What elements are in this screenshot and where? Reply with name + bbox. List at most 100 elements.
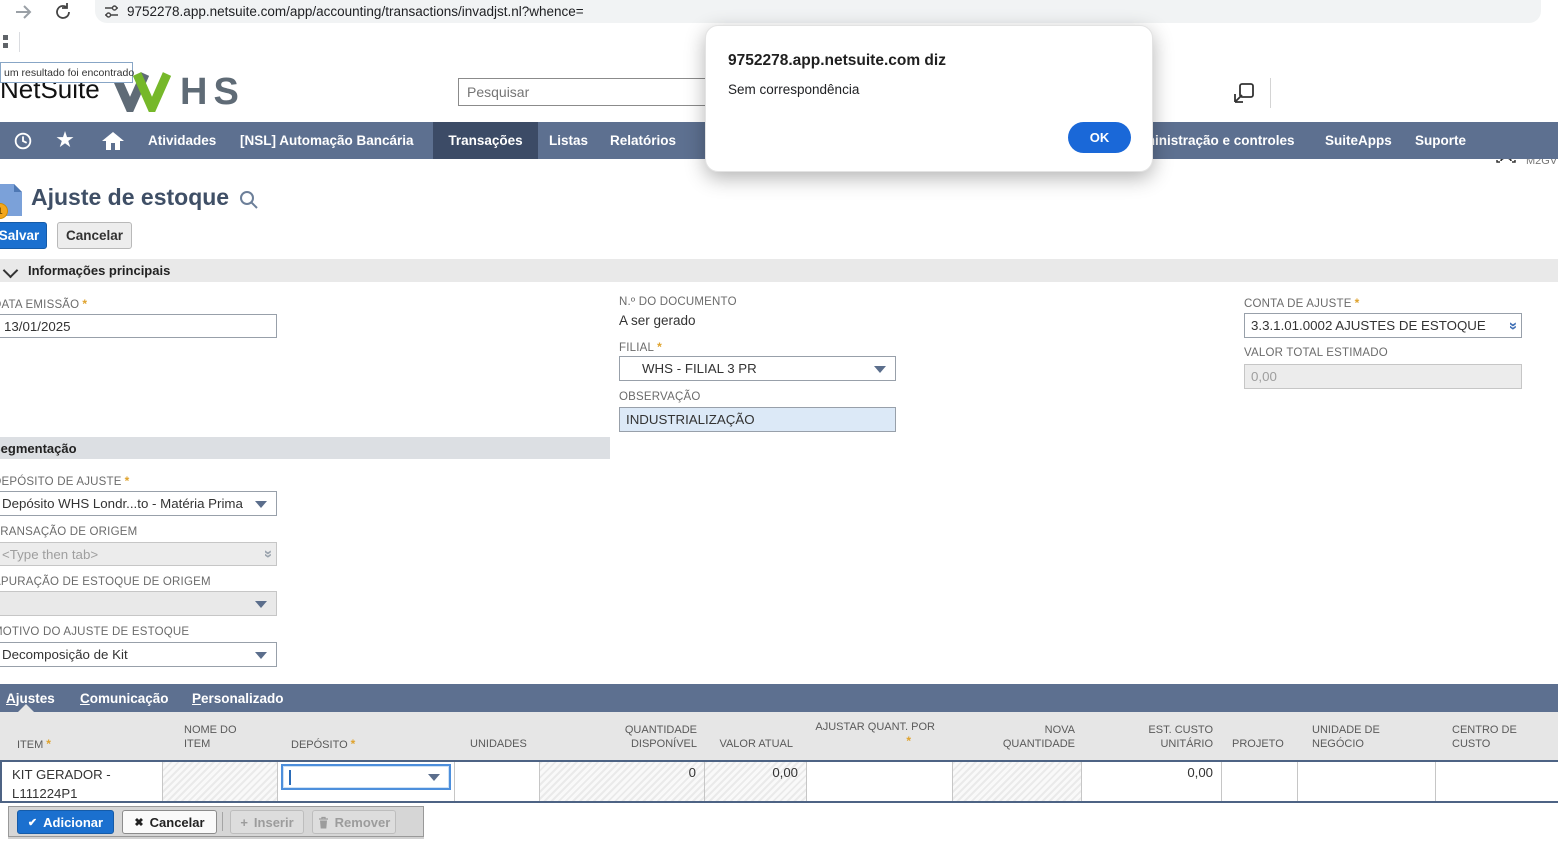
col-unidades: UNIDADES [470, 737, 527, 751]
cell-nova-quantidade [953, 762, 1082, 801]
field-label-transacao-origem: TRANSAÇÃO DE ORIGEM [0, 526, 137, 538]
cell-qtd-disponivel: 0 [540, 762, 705, 801]
motivo-ajuste-select[interactable]: Decomposição de Kit [0, 642, 277, 667]
cell-unidade-negocio[interactable] [1298, 762, 1436, 801]
col-centro-custo: CENTRO DECUSTO [1452, 723, 1517, 751]
col-valor-atual: VALOR ATUAL [705, 737, 793, 751]
header-divider [1270, 78, 1271, 108]
sublist-tabbar: Ajustes Comunicação Personalizado [0, 684, 1558, 712]
active-tab-notch [18, 704, 34, 712]
field-label-apuracao-origem: APURAÇÃO DE ESTOQUE DE ORIGEM [0, 576, 211, 588]
dropdown-arrow-icon [255, 501, 267, 508]
field-label-numero-documento: N.º DO DOCUMENTO [619, 296, 737, 308]
dialog-message: Sem correspondência [728, 82, 859, 97]
url-bar[interactable]: 9752278.app.netsuite.com/app/accounting/… [95, 0, 1541, 23]
search-result-tooltip: um resultado foi encontrado [0, 62, 133, 83]
section-main-info-label: Informações principais [28, 263, 170, 278]
text-caret [289, 770, 291, 785]
observacao-input[interactable]: INDUSTRIALIZAÇÃO [619, 407, 896, 432]
inserir-button: + Inserir [230, 810, 304, 834]
shortcuts-star-icon[interactable]: ★ [50, 122, 80, 159]
new-window-icon[interactable] [1233, 82, 1255, 104]
nav-item-nsl-automacao[interactable]: [NSL] Automação Bancária [240, 122, 414, 159]
data-emissao-input[interactable]: 13/01/2025 [0, 314, 277, 338]
cell-centro-custo[interactable] [1436, 762, 1558, 801]
cell-valor-atual: 0,00 [705, 762, 807, 801]
tab-personalizado[interactable]: Personalizado [192, 684, 284, 712]
numero-documento-value: A ser gerado [619, 313, 696, 328]
tab-comunicacao[interactable]: Comunicação [80, 684, 169, 712]
nav-item-atividades[interactable]: Atividades [148, 122, 216, 159]
home-icon[interactable] [96, 122, 130, 159]
dialog-title: 9752278.app.netsuite.com diz [728, 52, 946, 70]
browser-toolbar: 9752278.app.netsuite.com/app/accounting/… [0, 0, 1558, 24]
field-label-valor-total: VALOR TOTAL ESTIMADO [1244, 347, 1388, 359]
field-label-conta-ajuste: CONTA DE AJUSTE* [1244, 296, 1359, 310]
nav-item-transacoes[interactable]: Transações [433, 122, 538, 159]
conta-ajuste-input[interactable]: 3.3.1.01.0002 AJUSTES DE ESTOQUE » [1244, 313, 1522, 338]
site-settings-icon[interactable] [104, 4, 119, 19]
nav-item-suporte[interactable]: Suporte [1415, 122, 1466, 159]
whs-letters: HS [180, 72, 245, 112]
cell-projeto[interactable] [1222, 762, 1298, 801]
deposito-ajuste-select[interactable]: Depósito WHS Londr...to - Matéria Prima [0, 491, 277, 516]
col-unidade-negocio: UNIDADE DENEGÓCIO [1312, 723, 1380, 751]
cell-est-custo[interactable]: 0,00 [1082, 762, 1222, 801]
multi-select-icon[interactable]: » [1505, 321, 1521, 329]
browser-alert-dialog: 9752278.app.netsuite.com diz Sem corresp… [705, 25, 1153, 172]
deposito-row-select[interactable] [281, 764, 451, 790]
col-projeto: PROJETO [1232, 737, 1284, 751]
section-main-info-bar[interactable]: Informações principais [0, 259, 1558, 282]
multi-select-icon-disabled: » [260, 550, 276, 558]
page-title: Ajuste de estoque [31, 184, 229, 211]
field-label-filial: FILIAL* [619, 340, 662, 354]
forward-icon[interactable] [12, 1, 34, 23]
dropdown-arrow-icon [255, 601, 267, 608]
field-label-deposito-ajuste: DEPÓSITO DE AJUSTE* [0, 474, 130, 488]
screen: 9752278.app.netsuite.com/app/accounting/… [0, 0, 1558, 842]
field-label-motivo-ajuste: MOTIVO DO AJUSTE DE ESTOQUE [0, 626, 189, 638]
apps-grid-icon[interactable] [0, 34, 10, 50]
col-ajustar-quant: AJUSTAR QUANT. POR* [807, 720, 935, 749]
col-nome-item: NOME DOITEM [184, 723, 237, 751]
chevron-down-icon [3, 263, 19, 279]
dropdown-arrow-icon [255, 652, 267, 659]
col-qtd-disponivel: QUANTIDADEDISPONÍVEL [540, 723, 697, 751]
bookmarks-divider [19, 32, 20, 52]
cell-unidades [455, 762, 540, 801]
sublist-cancelar-button[interactable]: ✖ Cancelar [122, 810, 217, 834]
cross-icon: ✖ [134, 816, 143, 829]
cell-ajustar-quant[interactable] [807, 762, 953, 801]
transacao-origem-input: <Type then tab> » [0, 542, 277, 566]
sublist-divider [222, 812, 223, 831]
recents-icon[interactable] [6, 122, 40, 159]
table-header: ITEM* NOME DOITEM DEPÓSITO* UNIDADES QUA… [0, 712, 1558, 760]
cell-deposito[interactable] [278, 762, 455, 801]
col-est-custo: EST. CUSTOUNITÁRIO [1082, 723, 1213, 751]
nav-item-listas[interactable]: Listas [549, 122, 588, 159]
title-search-icon[interactable] [239, 190, 259, 210]
plus-icon: + [240, 815, 248, 830]
section-segment-bar[interactable]: Segmentação [0, 437, 610, 459]
url-text[interactable]: 9752278.app.netsuite.com/app/accounting/… [127, 4, 584, 19]
cell-nome-item [163, 762, 278, 801]
valor-total-input: 0,00 [1244, 364, 1522, 389]
field-label-data-emissao: DATA EMISSÃO* [0, 297, 87, 311]
check-icon: ✔ [28, 816, 37, 829]
adicionar-button[interactable]: ✔ Adicionar [17, 810, 114, 834]
trash-icon [318, 816, 329, 829]
nav-item-suiteapps[interactable]: SuiteApps [1325, 122, 1392, 159]
cancel-button[interactable]: Cancelar [57, 222, 132, 249]
nav-item-relatorios[interactable]: Relatórios [610, 122, 676, 159]
col-nova-quantidade: NOVAQUANTIDADE [953, 723, 1075, 751]
reload-icon[interactable] [52, 1, 74, 23]
filial-select[interactable]: WHS - FILIAL 3 PR [619, 356, 896, 381]
sublist-button-bar: ✔ Adicionar ✖ Cancelar + Inserir Remover [8, 806, 424, 837]
dialog-ok-button[interactable]: OK [1068, 122, 1131, 153]
save-button[interactable]: Salvar [0, 222, 47, 249]
col-item: ITEM* [17, 737, 51, 752]
page-title-icon: 1 [0, 183, 24, 219]
section-segment-label: Segmentação [0, 441, 77, 456]
dropdown-arrow-icon [428, 774, 440, 781]
cell-item[interactable]: KIT GERADOR -L111224P1 [2, 762, 163, 801]
